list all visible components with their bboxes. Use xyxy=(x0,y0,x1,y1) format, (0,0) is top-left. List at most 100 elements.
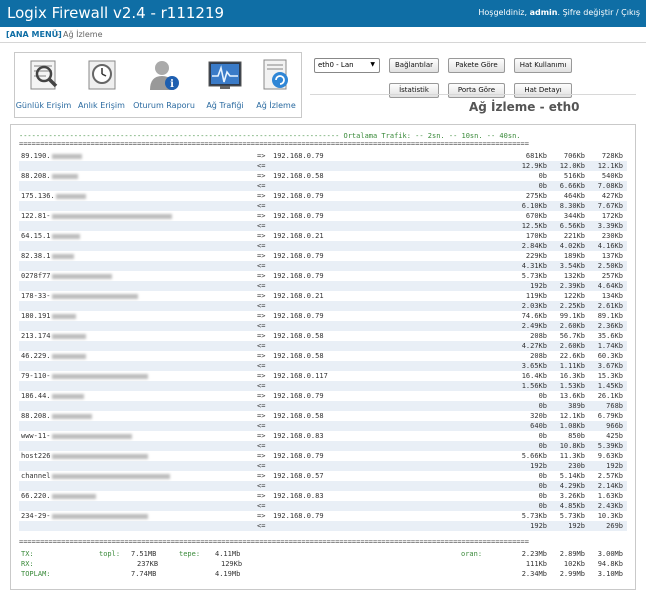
flow-in-40s: 5.39Kb xyxy=(597,442,623,450)
arrow-in: <= xyxy=(257,522,266,530)
nav-daily-log[interactable]: Günlük Erişim xyxy=(15,53,72,117)
flow-out-10s: 706Kb xyxy=(563,152,585,160)
flow-in-2s: 2.49Kb xyxy=(521,322,547,330)
flow-in-40s: 2.43Kb xyxy=(597,502,623,510)
connections-button[interactable]: Bağlantılar xyxy=(389,58,439,73)
arrow-in: <= xyxy=(257,482,266,490)
arrow-out: => xyxy=(257,392,266,400)
flow-host-text: 66.220. xyxy=(21,492,51,500)
flow-in-2s: 192b xyxy=(530,282,547,290)
arrow-in: <= xyxy=(257,282,266,290)
statistics-button[interactable]: İstatistik xyxy=(389,83,439,98)
account-links[interactable]: . Şifre değiştir / Çıkış xyxy=(557,8,640,17)
flow-in-2s: 640b xyxy=(530,422,547,430)
flow-host: 186.44. xyxy=(21,391,84,401)
flow-row-out: www-11- => 192.168.0.83 0b 850b 425b xyxy=(19,431,627,441)
traffic-monitor-panel: ----------------------------------------… xyxy=(10,124,636,590)
arrow-in: <= xyxy=(257,182,266,190)
flow-in-40s: 768b xyxy=(606,402,623,410)
flow-in-10s: 230b xyxy=(568,462,585,470)
flow-host-text: 186.44. xyxy=(21,392,51,400)
flow-row-in: <= 6.10Kb 8.30Kb 7.67Kb xyxy=(19,201,627,211)
flow-out-10s: 344Kb xyxy=(563,212,585,220)
flow-host-text: channel xyxy=(21,472,51,480)
flow-out-2s: 0b xyxy=(538,172,547,180)
flow-in-2s: 0b xyxy=(538,442,547,450)
flow-in-10s: 10.8Kb xyxy=(559,442,585,450)
redacted-hostname xyxy=(51,473,170,479)
redacted-hostname xyxy=(51,373,148,379)
arrow-in: <= xyxy=(257,262,266,270)
arrow-out: => xyxy=(257,232,266,240)
arrow-out: => xyxy=(257,332,266,340)
flow-out-2s: 208b xyxy=(530,352,547,360)
by-packet-button[interactable]: Pakete Göre xyxy=(448,58,505,73)
breadcrumb-home-link[interactable]: [ANA MENÜ] xyxy=(6,30,62,39)
flow-row-in: <= 0b 4.85Kb 2.43Kb xyxy=(19,501,627,511)
flow-destination: 192.168.0.79 xyxy=(273,252,324,260)
flow-destination: 192.168.0.79 xyxy=(273,512,324,520)
rx-rate-2s: 111Kb xyxy=(525,560,547,568)
flow-in-10s: 4.85Kb xyxy=(559,502,585,510)
flow-row-in: <= 2.84Kb 4.02Kb 4.16Kb xyxy=(19,241,627,251)
line-usage-button[interactable]: Hat Kullanımı xyxy=(514,58,572,73)
header-divider xyxy=(310,94,636,95)
flow-out-2s: 208b xyxy=(530,332,547,340)
rx-rate-40s: 94.8Kb xyxy=(597,560,623,568)
nav-realtime-access[interactable]: Anlık Erişim xyxy=(73,53,130,117)
redacted-hostname xyxy=(51,253,74,259)
flow-row-in: <= 12.9Kb 12.0Kb 12.1Kb xyxy=(19,161,627,171)
flow-host-text: 175.136. xyxy=(21,192,55,200)
flow-in-40s: 2.50Kb xyxy=(597,262,623,270)
arrow-out: => xyxy=(257,492,266,500)
redacted-hostname xyxy=(51,213,172,219)
flow-out-10s: 3.26Kb xyxy=(559,492,585,500)
summary-row-total: TOPLAM: 7.74MB 4.19Mb 2.34Mb 2.99Mb 3.10… xyxy=(19,569,627,579)
username: admin xyxy=(529,8,558,17)
arrow-out: => xyxy=(257,372,266,380)
flow-row-out: 64.15.1 => 192.168.0.21 170Kb 221Kb 230Kb xyxy=(19,231,627,241)
redacted-hostname xyxy=(51,313,76,319)
nav-network-traffic[interactable]: Ağ Trafiği xyxy=(199,53,251,117)
arrow-in: <= xyxy=(257,462,266,470)
by-port-button[interactable]: Porta Göre xyxy=(448,83,505,98)
tx-rate-40s: 3.00Mb xyxy=(597,550,623,558)
flow-out-2s: 229Kb xyxy=(525,252,547,260)
flow-out-10s: 22.6Kb xyxy=(559,352,585,360)
flow-host-text: 82.38.1 xyxy=(21,252,51,260)
flow-out-10s: 56.7Kb xyxy=(559,332,585,340)
flow-in-10s: 4.29Kb xyxy=(559,482,585,490)
flow-out-2s: 0b xyxy=(538,492,547,500)
arrow-in: <= xyxy=(257,382,266,390)
flow-out-40s: 172Kb xyxy=(601,212,623,220)
arrow-in: <= xyxy=(257,222,266,230)
flow-out-40s: 137Kb xyxy=(601,252,623,260)
flow-destination: 192.168.0.79 xyxy=(273,152,324,160)
flow-out-10s: 11.3Kb xyxy=(559,452,585,460)
topl-label: topl: xyxy=(99,550,121,558)
nav-session-report[interactable]: i Oturum Raporu xyxy=(133,53,195,117)
line-detail-button[interactable]: Hat Detayı xyxy=(514,83,572,98)
welcome-text: Hoşgeldiniz, xyxy=(478,8,528,17)
summary-row-rx: RX: 237KB 129Kb 111Kb 102Kb 94.8Kb xyxy=(19,559,627,569)
arrow-out: => xyxy=(257,312,266,320)
flow-destination: 192.168.0.58 xyxy=(273,332,324,340)
redacted-hostname xyxy=(51,273,112,279)
flow-row-in: <= 0b 4.29Kb 2.14Kb xyxy=(19,481,627,491)
nav-network-monitor[interactable]: Ağ İzleme xyxy=(251,53,301,117)
flow-out-2s: 681Kb xyxy=(525,152,547,160)
flow-destination: 192.168.0.21 xyxy=(273,232,324,240)
flow-destination: 192.168.0.83 xyxy=(273,492,324,500)
flow-out-2s: 5.73Kb xyxy=(521,272,547,280)
flow-host-text: host226 xyxy=(21,452,51,460)
network-monitor-icon xyxy=(263,59,288,90)
redacted-hostname xyxy=(51,353,86,359)
interface-select[interactable]: eth0 - Lan ▼ xyxy=(314,58,380,73)
arrow-out: => xyxy=(257,152,266,160)
tepe-label: tepe: xyxy=(179,550,201,558)
flow-in-2s: 0b xyxy=(538,182,547,190)
flow-in-40s: 4.64Kb xyxy=(597,282,623,290)
flow-out-40s: 427Kb xyxy=(601,192,623,200)
flow-in-40s: 7.08Kb xyxy=(597,182,623,190)
chevron-down-icon: ▼ xyxy=(370,61,375,68)
